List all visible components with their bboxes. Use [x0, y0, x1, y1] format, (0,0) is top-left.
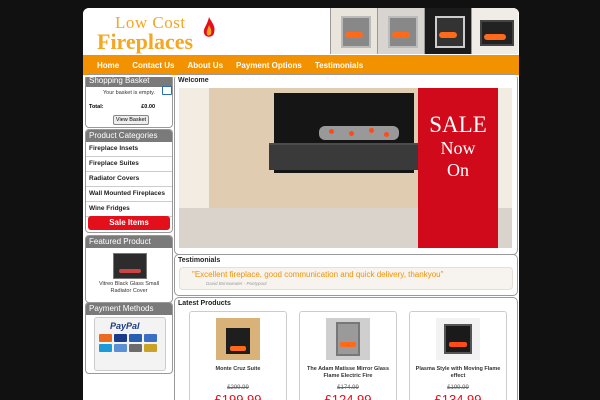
- header-thumbnail: [330, 8, 377, 54]
- category-wine-fridges[interactable]: Wine Fridges: [86, 202, 172, 217]
- nav-about-us[interactable]: About Us: [187, 61, 223, 70]
- logo-line2: Fireplaces: [97, 29, 194, 54]
- header-thumbnail: [471, 8, 518, 54]
- product-image[interactable]: [436, 318, 480, 360]
- paypal-logo: PayPal: [94, 317, 166, 371]
- category-wall-mounted-fireplaces[interactable]: Wall Mounted Fireplaces: [86, 187, 172, 202]
- testimonial-quote-box: "Excellent fireplace, good communication…: [179, 267, 513, 290]
- category-fireplace-insets[interactable]: Fireplace Insets: [86, 142, 172, 157]
- sale-banner[interactable]: SALE Now On: [418, 88, 498, 248]
- site-logo[interactable]: Low Cost Fireplaces: [97, 13, 217, 54]
- maestro-icon: [144, 334, 157, 342]
- nav-testimonials[interactable]: Testimonials: [315, 61, 363, 70]
- nav-divider: [83, 75, 519, 77]
- product-price: £124.99: [324, 392, 372, 400]
- testimonial-author: David Brinsweater - Pontypool: [206, 281, 267, 286]
- nav-payment-options[interactable]: Payment Options: [236, 61, 302, 70]
- featured-product-name[interactable]: Vitreo Black Glass Small Radiator Cover: [90, 281, 168, 295]
- sale-banner-line1: SALE: [429, 112, 487, 137]
- nav-contact-us[interactable]: Contact Us: [132, 61, 174, 70]
- header-thumbnail: [377, 8, 424, 54]
- product-card[interactable]: Monte Cruz Suite £299.99 £199.99: [189, 311, 287, 400]
- product-card[interactable]: Plasma Style with Moving Flame effect £1…: [409, 311, 507, 400]
- bank-icon: [144, 344, 157, 352]
- electron-icon: [129, 344, 142, 352]
- shopping-basket-box: Shopping Basket Your basket is empty. To…: [85, 74, 173, 128]
- hero-ember: [329, 129, 334, 134]
- product-old-price: £174.99: [337, 385, 359, 391]
- testimonial-quote: "Excellent fireplace, good communication…: [192, 270, 444, 279]
- categories-title: Product Categories: [86, 130, 172, 142]
- category-fireplace-suites[interactable]: Fireplace Suites: [86, 157, 172, 172]
- product-card[interactable]: The Adam Matisse Mirror Glass Flame Elec…: [299, 311, 397, 400]
- product-price: £134.99: [434, 392, 482, 400]
- latest-products-panel: Latest Products Monte Cruz Suite £299.99…: [174, 297, 518, 400]
- product-name[interactable]: The Adam Matisse Mirror Glass Flame Elec…: [302, 366, 394, 380]
- card-logos: [99, 334, 161, 352]
- product-image[interactable]: [216, 318, 260, 360]
- visa-icon: [114, 334, 127, 342]
- solo-icon: [99, 344, 112, 352]
- flame-icon: [203, 17, 215, 37]
- header-fireplace-thumbnails: [330, 8, 519, 54]
- payment-methods-box: Payment Methods PayPal: [85, 302, 173, 374]
- featured-product-box: Featured Product Vitreo Black Glass Smal…: [85, 235, 173, 303]
- basket-empty-text: Your basket is empty.: [103, 90, 155, 96]
- main-nav: Home Contact Us About Us Payment Options…: [83, 55, 519, 75]
- hero-ember: [349, 131, 354, 136]
- products-grid: Monte Cruz Suite £299.99 £199.99 The Ada…: [189, 311, 507, 400]
- testimonials-title: Testimonials: [178, 257, 221, 264]
- mastercard-icon: [99, 334, 112, 342]
- featured-title: Featured Product: [86, 236, 172, 248]
- basket-total-value: £0.00: [141, 104, 155, 110]
- product-old-price: £199.99: [447, 385, 469, 391]
- nav-home[interactable]: Home: [97, 61, 119, 70]
- welcome-panel: Welcome SALE Now On: [174, 74, 518, 255]
- product-name[interactable]: Plasma Style with Moving Flame effect: [412, 366, 504, 380]
- hero-ember: [384, 132, 389, 137]
- hero-ember: [369, 128, 374, 133]
- category-radiator-covers[interactable]: Radiator Covers: [86, 172, 172, 187]
- product-image[interactable]: [326, 318, 370, 360]
- product-categories-box: Product Categories Fireplace Insets Fire…: [85, 129, 173, 233]
- product-old-price: £299.99: [227, 385, 249, 391]
- visa-debit-icon: [129, 334, 142, 342]
- testimonials-panel: Testimonials "Excellent fireplace, good …: [174, 254, 518, 296]
- page-container: Low Cost Fireplaces Home Contact Us Abou…: [83, 8, 519, 400]
- sale-banner-line3: On: [447, 160, 469, 180]
- basket-total-row: Total: £0.00: [86, 104, 172, 110]
- hero-image[interactable]: SALE Now On: [179, 88, 512, 248]
- site-header: Low Cost Fireplaces: [83, 8, 519, 54]
- hero-hearth: [269, 143, 419, 170]
- header-thumbnail: [424, 8, 471, 54]
- sale-banner-line2: Now: [440, 138, 476, 158]
- product-price: £199.99: [214, 392, 262, 400]
- latest-products-title: Latest Products: [178, 300, 231, 307]
- amex-icon: [114, 344, 127, 352]
- basket-icon: [162, 86, 172, 95]
- payment-title: Payment Methods: [86, 303, 172, 315]
- featured-product-image[interactable]: [113, 253, 147, 279]
- basket-total-label: Total:: [89, 104, 104, 110]
- sale-items-button[interactable]: Sale Items: [88, 216, 170, 230]
- product-name[interactable]: Monte Cruz Suite: [192, 366, 284, 373]
- view-basket-button[interactable]: View Basket: [113, 115, 149, 125]
- paypal-wordmark: PayPal: [110, 321, 140, 331]
